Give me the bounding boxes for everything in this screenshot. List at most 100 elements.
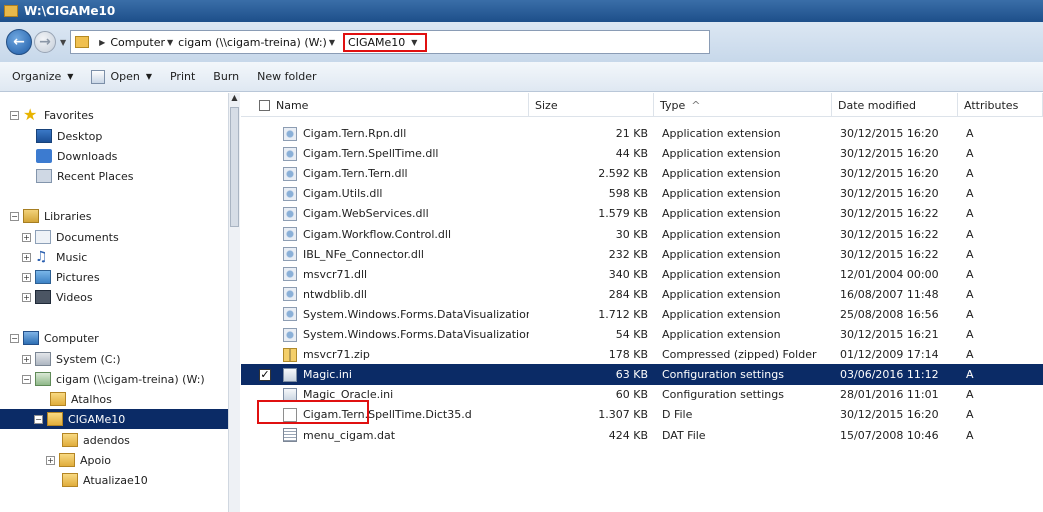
nav-scrollbar[interactable]: ▲ (228, 93, 240, 512)
nav-system-c[interactable]: + System (C:) (22, 349, 121, 369)
print-button[interactable]: Print (170, 70, 195, 83)
table-row[interactable]: Cigam.Workflow.Control.dll 30 KB Applicati… (241, 224, 1043, 245)
column-header-type[interactable]: Type ^ (654, 93, 832, 117)
nav-desktop[interactable]: Desktop (36, 126, 102, 146)
collapse-icon[interactable]: − (10, 211, 19, 221)
cell-attributes: A (966, 428, 974, 442)
collapse-icon[interactable]: − (22, 374, 31, 384)
nav-adendos[interactable]: adendos (62, 430, 130, 450)
chevron-down-icon[interactable]: ▼ (411, 38, 417, 47)
nav-documents[interactable]: + Documents (22, 227, 119, 247)
cell-name: ntwdblib.dll (241, 287, 529, 302)
cell-date: 30/12/2015 16:20 (840, 187, 939, 201)
collapse-icon[interactable]: − (34, 414, 43, 424)
table-row[interactable]: menu_cigam.dat 424 KB DAT File 15/07/2008 1… (241, 425, 1043, 446)
table-row[interactable]: msvcr71.zip 178 KB Compressed (zipped) Fol… (241, 344, 1043, 365)
collapse-icon[interactable]: − (10, 110, 19, 120)
table-row[interactable]: IBL_NFe_Connector.dll 232 KB Application e… (241, 244, 1043, 265)
nav-computer-label: Computer (44, 331, 99, 345)
scroll-thumb[interactable] (230, 107, 239, 227)
cell-type: Configuration settings (662, 388, 784, 402)
nav-computer[interactable]: − Computer (10, 328, 99, 348)
cell-attributes: A (966, 368, 974, 382)
table-row[interactable]: System.Windows.Forms.DataVisualization..… (241, 304, 1043, 325)
nav-recent-places[interactable]: Recent Places (36, 166, 134, 186)
nav-favorites[interactable]: − ★ Favorites (10, 105, 94, 125)
cell-size: 598 KB (608, 187, 648, 201)
nav-videos[interactable]: + Videos (22, 287, 93, 307)
table-row[interactable]: ntwdblib.dll 284 KB Application extension 1… (241, 284, 1043, 305)
history-dropdown-icon[interactable]: ▼ (60, 38, 66, 47)
nav-cigam-drive[interactable]: − cigam (\\cigam-treina) (W:) (22, 369, 205, 389)
open-button[interactable]: Open ▼ (91, 69, 152, 84)
dll-file-icon (283, 327, 297, 342)
nav-pictures-label: Pictures (56, 270, 100, 284)
cell-type: Application extension (662, 227, 781, 241)
cell-date: 30/12/2015 16:20 (840, 167, 939, 181)
chevron-right-icon[interactable]: ▶ (99, 38, 105, 47)
expand-icon[interactable]: + (22, 272, 31, 282)
expand-icon[interactable]: + (46, 455, 55, 465)
folder-icon (4, 5, 18, 17)
nav-atualizae10[interactable]: Atualizae10 (62, 470, 148, 490)
chevron-down-icon[interactable]: ▼ (329, 38, 335, 47)
breadcrumb-cigam-drive[interactable]: cigam (\\cigam-treina) (W:) (178, 36, 327, 49)
nav-music[interactable]: + ♫ Music (22, 247, 87, 267)
dat-file-icon (283, 428, 297, 442)
expand-icon[interactable]: + (22, 232, 31, 242)
table-row[interactable]: Cigam.Tern.Rpn.dll 21 KB Application exten… (241, 123, 1043, 144)
table-row[interactable]: Cigam.WebServices.dll 1.579 KB Application… (241, 203, 1043, 224)
nav-libraries[interactable]: − Libraries (10, 206, 92, 226)
nav-apoio[interactable]: + Apoio (46, 450, 111, 470)
back-button[interactable]: ← (6, 29, 32, 55)
cell-type: Application extension (662, 167, 781, 181)
cell-size: 54 KB (615, 328, 648, 341)
column-header-date[interactable]: Date modified (832, 93, 958, 117)
recent-places-icon (36, 169, 52, 183)
column-header-size[interactable]: Size (529, 93, 654, 117)
cell-date: 30/12/2015 16:21 (840, 328, 939, 341)
nav-cigam-drive-label: cigam (\\cigam-treina) (W:) (56, 372, 205, 386)
cell-attributes: A (966, 287, 974, 301)
table-row[interactable]: System.Windows.Forms.DataVisualization..… (241, 324, 1043, 345)
cell-name: Cigam.WebServices.dll (241, 206, 529, 221)
cell-date: 03/06/2016 11:12 (840, 368, 939, 382)
folder-icon (75, 36, 90, 48)
cell-type: DAT File (662, 428, 706, 442)
new-folder-button[interactable]: New folder (257, 70, 316, 83)
nav-system-c-label: System (C:) (56, 352, 121, 366)
row-checkbox[interactable]: ✓ (259, 368, 271, 381)
organize-button[interactable]: Organize ▼ (12, 70, 73, 83)
table-row[interactable]: Cigam.Utils.dll 598 KB Application extensi… (241, 183, 1043, 204)
select-all-checkbox[interactable] (259, 99, 270, 111)
nav-atualizae10-label: Atualizae10 (83, 473, 148, 487)
collapse-icon[interactable]: − (10, 333, 19, 343)
column-header-attributes[interactable]: Attributes (958, 93, 1043, 117)
downloads-icon (36, 149, 52, 163)
table-row[interactable]: Cigam.Tern.SpellTime.dll 44 KB Application… (241, 143, 1043, 164)
table-row[interactable]: Cigam.Tern.Tern.dll 2.592 KB Application e… (241, 163, 1043, 184)
nav-atalhos[interactable]: Atalhos (50, 389, 112, 409)
nav-cigame10[interactable]: − CIGAMe10 (0, 409, 228, 429)
nav-pictures[interactable]: + Pictures (22, 267, 100, 287)
documents-icon (35, 230, 51, 244)
table-row[interactable]: msvcr71.dll 340 KB Application extension 12… (241, 264, 1043, 285)
column-header-name[interactable]: Name (241, 93, 529, 117)
breadcrumb-cigame10[interactable]: CIGAMe10 ▼ (343, 32, 428, 52)
nav-documents-label: Documents (56, 230, 119, 244)
address-bar[interactable]: ▶ Computer ▼ cigam (\\cigam-treina) (W:)… (70, 30, 711, 54)
expand-icon[interactable]: + (22, 252, 31, 262)
burn-button[interactable]: Burn (213, 70, 239, 83)
expand-icon[interactable]: + (22, 354, 31, 364)
file-name: ntwdblib.dll (303, 287, 367, 301)
forward-button[interactable]: → (34, 31, 56, 53)
nav-downloads[interactable]: Downloads (36, 146, 117, 166)
chevron-down-icon[interactable]: ▼ (167, 38, 173, 47)
cell-date: 30/12/2015 16:22 (840, 227, 939, 241)
scroll-up-icon[interactable]: ▲ (229, 93, 240, 105)
cell-size: 44 KB (615, 147, 648, 161)
breadcrumb-computer[interactable]: Computer (110, 36, 165, 49)
expand-icon[interactable]: + (22, 292, 31, 302)
table-row[interactable]: ✓ Magic.ini 63 KB Configuration settings 03/… (241, 364, 1043, 386)
column-attributes-label: Attributes (964, 98, 1019, 112)
